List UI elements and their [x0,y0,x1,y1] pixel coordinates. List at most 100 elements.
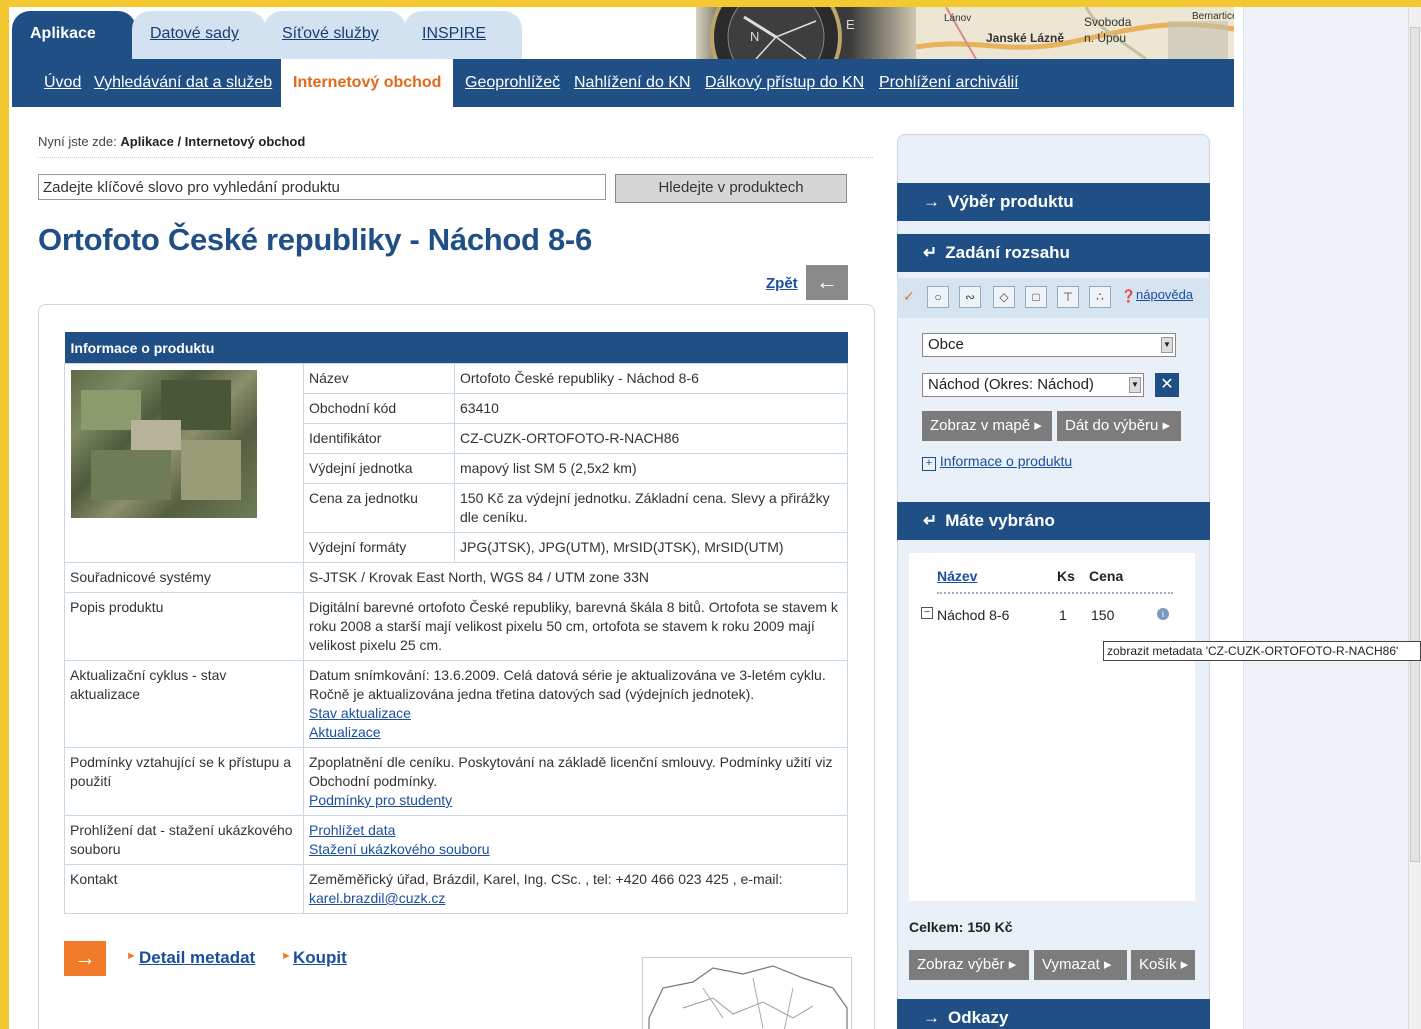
tab-sitove-sluzby[interactable]: Síťové služby [264,11,406,59]
rectangle-tool-icon[interactable]: □ [1025,286,1047,308]
delete-button[interactable]: Vymazat ▸ [1034,950,1127,980]
product-info-toggle[interactable]: + Informace o produktu [922,453,1072,471]
buffer-tool-icon[interactable]: ⊤ [1057,286,1079,308]
polygon-tool-icon[interactable]: ◇ [993,286,1015,308]
contact-text: Zeměměřický úřad, Brázdil, Karel, Ing. C… [309,871,783,887]
row-value: Zeměměřický úřad, Brázdil, Karel, Ing. C… [303,864,848,914]
row-value: Zpoplatnění dle ceníku. Poskytování na z… [303,747,848,816]
add-to-selection-button[interactable]: Dát do výběru ▸ [1057,411,1181,441]
bullet-icon: ► [281,950,292,962]
metadata-tooltip: zobrazit metadata 'CZ-CUZK-ORTOFOTO-R-NA… [1103,641,1421,661]
cart-total: Celkem: 150 Kč [909,919,1013,935]
check-icon[interactable]: ✓ [903,288,915,305]
contact-email-link[interactable]: karel.brazdil@cuzk.cz [309,890,445,906]
map-label: Janské Lázně [986,31,1065,45]
arrow-down-icon: ↵ [923,243,938,262]
breadcrumb: Nyní jste zde: Aplikace / Internetový ob… [38,134,305,149]
row-label: Kontakt [64,864,304,914]
main-nav: Úvod Vyhledávání dat a služeb Internetov… [12,59,1234,107]
tab-inspire[interactable]: INSPIRE [404,11,522,59]
collapse-icon[interactable]: − [921,607,933,619]
help-link[interactable]: nápověda [1136,287,1193,302]
sidebar-head-select-product[interactable]: → Výběr produktu [897,183,1210,221]
thumbnail-cell [64,363,304,563]
browse-data-link[interactable]: Prohlížet data [309,822,395,838]
product-info-table: Informace o produktu Název Ortofoto Česk… [64,332,848,914]
detail-metadata-link[interactable]: Detail metadat [139,948,255,968]
nav-nahlizeni-kn[interactable]: Nahlížení do KN [574,59,691,107]
row-label: Obchodní kód [303,393,455,424]
cart-header: Název Ks Cena [937,564,1173,594]
plus-icon[interactable]: + [922,457,936,471]
row-value: 150 Kč za výdejní jednotku. Základní cen… [454,483,848,533]
table-header: Informace o produktu [64,332,848,364]
chevron-down-icon[interactable]: ▼ [1161,337,1173,353]
back-arrow-icon[interactable]: ← [806,265,848,300]
sort-by-name-link[interactable]: Název [937,568,977,584]
scrollbar[interactable] [1408,7,1421,1029]
nav-dalkovy-pristup[interactable]: Dálkový přístup do KN [705,59,864,107]
row-value: Ortofoto České republiky - Náchod 8-6 [454,363,848,394]
metadata-icon[interactable]: i [1157,608,1169,620]
terms-text: Zpoplatnění dle ceníku. Poskytování na z… [309,754,833,789]
breadcrumb-path: Aplikace / Internetový obchod [120,134,306,149]
browser-viewport: Aplikace Datové sady Síťové služby INSPI… [9,7,1421,1029]
cart-button[interactable]: Košík ▸ [1131,950,1195,980]
ortofoto-thumbnail [71,370,257,518]
page-title: Ortofoto České republiky - Náchod 8-6 [38,222,592,257]
compass-banner: E N [696,7,916,59]
breadcrumb-prefix: Nyní jste zde: [38,134,117,149]
sidebar-head-links[interactable]: → Odkazy [897,999,1210,1029]
download-sample-link[interactable]: Stažení ukázkového souboru [309,841,490,857]
sidebar-head-range[interactable]: ↵ Zadání rozsahu [897,234,1210,272]
point-tool-icon[interactable]: ○ [927,286,949,308]
sidebar-head-selected[interactable]: ↵ Máte vybráno [897,502,1210,540]
scrollbar-thumb[interactable] [1410,27,1420,862]
map-label: Bernartice [1192,11,1234,22]
update-link[interactable]: Aktualizace [309,724,381,740]
tab-datove-sady[interactable]: Datové sady [132,11,266,59]
location-minimap[interactable] [642,957,852,1029]
grid-tool-icon[interactable]: ∴ [1089,286,1111,308]
row-value: JPG(JTSK), JPG(UTM), MrSID(JTSK), MrSID(… [454,532,848,563]
help-icon[interactable]: ❓ [1121,289,1136,303]
nav-internetovy-obchod[interactable]: Internetový obchod [281,59,454,107]
product-actions: → ► Detail metadat ► Koupit [64,941,564,977]
close-icon[interactable]: ✕ [1155,373,1179,397]
svg-text:E: E [846,17,855,32]
arrow-down-icon: ↵ [923,511,938,530]
line-tool-icon[interactable]: ∾ [959,286,981,308]
heading-label: Odkazy [948,1008,1009,1027]
nav-vyhledavani[interactable]: Vyhledávání dat a služeb [94,59,272,107]
chevron-down-icon[interactable]: ▼ [1129,377,1141,393]
row-value: 63410 [454,393,848,424]
nav-prohlizeni-archivalii[interactable]: Prohlížení archiválií [879,59,1019,107]
place-select[interactable]: Náchod (Okres: Náchod) ▼ [922,373,1144,397]
tab-aplikace[interactable]: Aplikace [12,11,136,59]
product-info-link[interactable]: Informace o produktu [940,453,1072,469]
show-selection-button[interactable]: Zobraz výběr ▸ [909,950,1029,980]
nav-geoprohlizec[interactable]: Geoprohlížeč [465,59,560,107]
heading-label: Máte vybráno [945,511,1055,530]
row-label: Popis produktu [64,592,304,661]
price-column: Cena [1089,568,1124,584]
update-status-link[interactable]: Stav aktualizace [309,705,411,721]
row-label: Identifikátor [303,423,455,454]
map-banner: Lánov Svoboda Janské Lázně n. Úpou Berna… [916,7,1234,59]
search-button[interactable]: Hledejte v produktech [615,174,847,203]
page-background-strip [1243,7,1421,1029]
top-tabs: Aplikace Datové sady Síťové služby INSPI… [12,7,712,59]
show-in-map-button[interactable]: Zobraz v mapě ▸ [922,411,1052,441]
nav-uvod[interactable]: Úvod [44,59,81,107]
student-terms-link[interactable]: Podmínky pro studenty [309,792,452,808]
heading-label: Výběr produktu [948,192,1074,211]
arrow-right-icon[interactable]: → [64,941,106,976]
buy-link[interactable]: Koupit [293,948,347,968]
search-input[interactable] [38,174,606,200]
row-label: Výdejní jednotka [303,453,455,484]
back-link[interactable]: Zpět [766,275,798,292]
cart-item: − Náchod 8-6 1 150 i [921,607,1181,627]
row-value: S-JTSK / Krovak East North, WGS 84 / UTM… [303,562,848,593]
area-type-select[interactable]: Obce ▼ [922,333,1176,357]
selected-value: Obce [928,336,964,353]
